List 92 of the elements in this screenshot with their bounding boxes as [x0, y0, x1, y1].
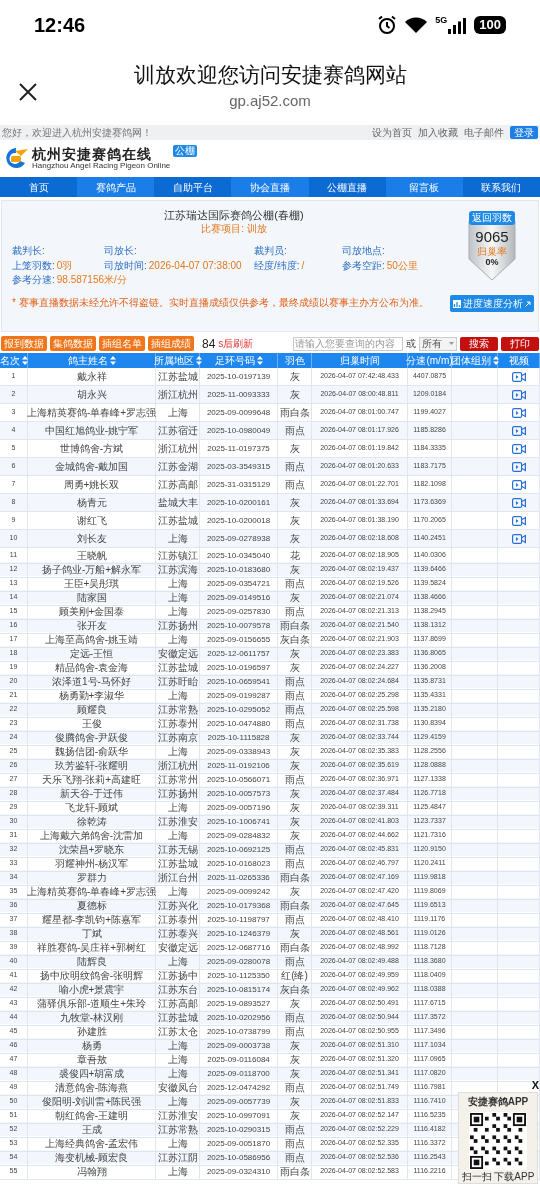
print-button[interactable]: 打印	[501, 336, 539, 351]
speed-analysis-button[interactable]: 进度速度分析	[450, 295, 534, 312]
info-value: /	[301, 259, 305, 273]
page-title: 训放欢迎您访问安捷赛鸽网站	[133, 62, 407, 89]
column-header: 羽色	[284, 355, 305, 366]
sort-icon[interactable]	[109, 356, 116, 365]
nav-item[interactable]: 自助平台	[154, 177, 232, 197]
sort-icon[interactable]	[492, 356, 499, 365]
video-camera-icon[interactable]	[511, 533, 526, 544]
bar-chart-icon	[453, 299, 461, 308]
video-camera-icon[interactable]	[511, 515, 526, 526]
info-label: 司放时间:	[104, 259, 147, 273]
table-cell: 上海	[156, 1164, 200, 1180]
info-label: 司放地点:	[342, 245, 385, 258]
ad-title: 安捷赛鸽APP	[467, 1096, 529, 1109]
site-name: 杭州安捷赛鸽在线	[32, 146, 152, 161]
info-label: 经度/纬度:	[254, 259, 300, 273]
info-value: 98.587156米/分	[56, 274, 127, 287]
returned-ribbon: 返回羽数	[469, 211, 515, 225]
column-header: 鸽主姓名	[67, 355, 108, 366]
alarm-clock-icon	[377, 15, 398, 35]
qr-code-icon	[470, 1112, 526, 1169]
race-title: 江苏瑞达国际赛鸽公棚(春棚)	[164, 209, 304, 223]
logo-icon	[3, 147, 29, 169]
sort-icon[interactable]	[195, 356, 202, 365]
header-link[interactable]: 电子邮件	[464, 127, 504, 138]
data-button[interactable]: 插组名单	[99, 336, 145, 351]
video-camera-icon[interactable]	[511, 371, 526, 382]
filter-select[interactable]: 所有	[419, 336, 457, 351]
info-label: 裁判长:	[12, 245, 45, 258]
nav-item[interactable]: 联系我们	[462, 177, 540, 197]
table-cell: 2025-09-0324310	[200, 1164, 278, 1180]
video-camera-icon[interactable]	[511, 443, 526, 454]
sort-icon[interactable]	[256, 356, 263, 365]
video-camera-icon[interactable]	[511, 479, 526, 490]
login-button[interactable]: 登录	[510, 126, 538, 139]
close-icon[interactable]	[18, 82, 38, 102]
video-camera-icon[interactable]	[511, 389, 526, 400]
arrow-icon	[525, 300, 531, 307]
greeting-text: 您好，欢迎进入杭州安捷赛鸽网！	[2, 127, 152, 138]
countdown-label: s后刷新	[218, 337, 254, 351]
info-label: 裁判员:	[254, 245, 287, 258]
sort-icon[interactable]	[21, 356, 28, 365]
signal-icon	[448, 18, 467, 34]
wifi-icon	[405, 16, 428, 34]
venue-badge: 公棚	[173, 145, 198, 157]
network-type: 5G	[435, 16, 448, 25]
info-label: 司放长:	[104, 245, 137, 258]
ad-caption: 扫一扫 下载APP	[461, 1170, 535, 1183]
data-button[interactable]: 报到数据	[1, 336, 47, 351]
battery-indicator: 100	[474, 15, 506, 35]
return-rate-label: 归巢率	[477, 246, 507, 257]
site-english-name: Hangzhou Angel Racing Pigeon Online	[32, 161, 171, 170]
nav-item[interactable]: 协会直播	[231, 177, 309, 197]
header-link[interactable]: 设为首页	[372, 127, 412, 138]
countdown: 84	[202, 335, 216, 353]
table-cell: 雨白条	[278, 1164, 312, 1180]
info-label: 参考分速:	[12, 274, 55, 287]
page-url: gp.aj52.com	[229, 91, 311, 112]
video-camera-icon[interactable]	[511, 425, 526, 436]
video-camera-icon[interactable]	[511, 461, 526, 472]
search-button[interactable]: 搜索	[460, 336, 498, 351]
header-link[interactable]: 加入收藏	[418, 127, 458, 138]
column-header: 分速(m/m)	[406, 355, 453, 366]
info-value: 0羽	[56, 259, 73, 273]
table-cell: 冯翰翔	[28, 1164, 156, 1180]
info-value: 50公里	[386, 259, 418, 273]
nav-item[interactable]: 留言板	[385, 177, 463, 197]
column-header: 视频	[508, 355, 529, 366]
caret-icon	[449, 342, 454, 345]
info-label: 上笼羽数:	[12, 259, 55, 273]
nav-item[interactable]: 首页	[0, 177, 78, 197]
column-header: 归巢时间	[339, 355, 380, 366]
data-button[interactable]: 集鸽数据	[50, 336, 96, 351]
info-value: 2026-04-07 07:38:00	[148, 259, 242, 273]
nav-item[interactable]: 赛鸽产品	[77, 177, 155, 197]
clock-time: 12:46	[34, 13, 86, 38]
nav-item[interactable]: 公棚直播	[308, 177, 386, 197]
notice-text: * 赛事直播数据未经允许不得盗链。实时直播成绩仅供参考，最终成绩以赛事主办方公布为准。	[12, 296, 430, 310]
returned-count: 9065	[475, 228, 509, 246]
column-header: 名次	[0, 355, 20, 366]
info-label: 参考空距:	[342, 259, 385, 273]
or-label: 或	[406, 337, 416, 351]
column-header: 足环号码	[214, 355, 255, 366]
data-button[interactable]: 插组成绩	[148, 336, 194, 351]
return-rate: 0%	[485, 256, 499, 268]
video-camera-icon[interactable]	[511, 497, 526, 508]
search-field[interactable]: 请输入您要查询的内容	[293, 336, 403, 351]
race-subtitle: 比赛项目: 训放	[201, 222, 267, 236]
close-ad-button[interactable]: X	[531, 1080, 539, 1091]
video-camera-icon[interactable]	[511, 407, 526, 418]
column-header: 所属地区	[153, 355, 194, 366]
